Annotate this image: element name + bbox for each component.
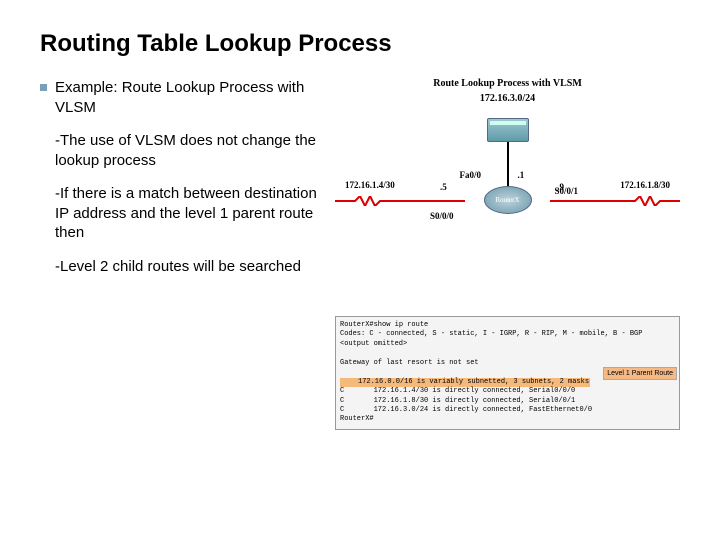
top-subnet-label: 172.16.3.0/24 (335, 93, 680, 104)
network-diagram: Route Lookup Process with VLSM 172.16.3.… (335, 78, 680, 308)
cli-prompt: RouterX# (340, 321, 374, 329)
s000-label: S0/0/0 (430, 211, 454, 221)
s001-label: S0/0/1 (554, 186, 578, 196)
cli-codes: Codes: C - connected, S - static, I - IG… (340, 330, 675, 339)
serial-line-right (550, 196, 680, 206)
cli-child-2: C 172.16.1.8/30 is directly connected, S… (340, 397, 675, 406)
link-line (507, 142, 509, 186)
cli-end-prompt: RouterX# (340, 415, 675, 424)
switch-icon (487, 118, 529, 142)
cli-omitted: <output omitted> (340, 340, 675, 349)
fa-ip: .1 (518, 170, 525, 180)
serial-line-left (335, 196, 465, 206)
text-column: Example: Route Lookup Process with VLSM … (40, 78, 320, 430)
s000-near-ip: .5 (440, 182, 447, 192)
cli-parent-route: 172.16.0.0/16 is variably subnetted, 3 s… (340, 378, 590, 387)
bullet-text: Example: Route Lookup Process with VLSM (55, 78, 320, 117)
cli-child-1: C 172.16.1.4/30 is directly connected, S… (340, 387, 675, 396)
sub-point-3: -Level 2 child routes will be searched (55, 257, 320, 277)
diagram-column: Route Lookup Process with VLSM 172.16.3.… (335, 78, 680, 430)
cli-cmd: show ip route (374, 321, 429, 329)
right-subnet-label: 172.16.1.8/30 (620, 180, 670, 190)
sub-point-2: -If there is a match between destination… (55, 184, 320, 243)
fa-label: Fa0/0 (460, 170, 482, 180)
router-icon: RouterX (484, 186, 532, 214)
page-title: Routing Table Lookup Process (40, 30, 680, 58)
cli-child-3: C 172.16.3.0/24 is directly connected, F… (340, 406, 675, 415)
bullet-icon (40, 84, 47, 91)
bullet-main: Example: Route Lookup Process with VLSM (40, 78, 320, 117)
parent-route-label: Level 1 Parent Route (603, 367, 677, 380)
cli-output: RouterX#show ip route Codes: C - connect… (335, 316, 680, 430)
sub-point-1: -The use of VLSM does not change the loo… (55, 131, 320, 170)
diagram-title: Route Lookup Process with VLSM (335, 78, 680, 89)
left-subnet-label: 172.16.1.4/30 (345, 180, 395, 190)
